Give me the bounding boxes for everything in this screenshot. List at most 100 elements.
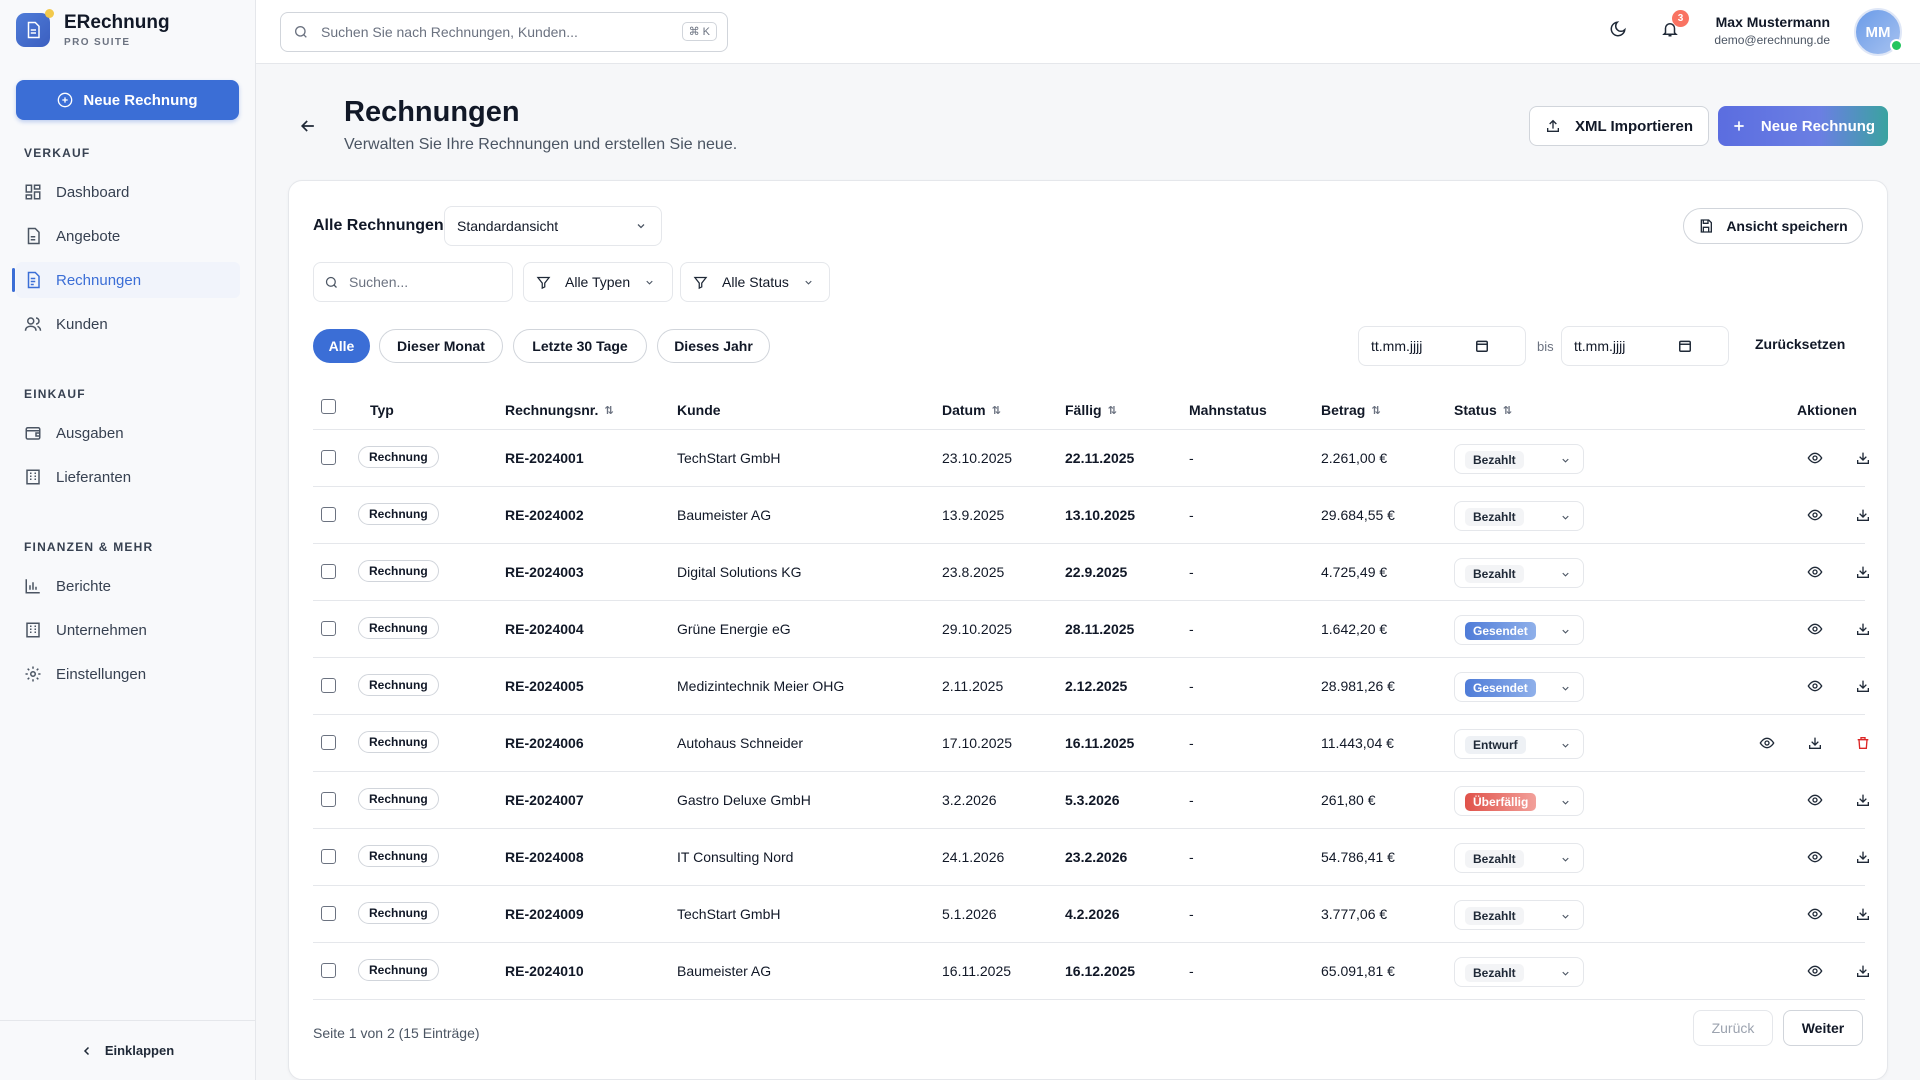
sidebar-item-rechnungen[interactable]: Rechnungen xyxy=(12,262,240,298)
column-datum[interactable]: Datum ⇅ xyxy=(942,402,1001,418)
view-button[interactable] xyxy=(1807,564,1823,580)
table-row[interactable]: Rechnung RE-2024009 TechStart GmbH 5.1.2026… xyxy=(313,886,1869,943)
sidebar-item-kunden[interactable]: Kunden xyxy=(16,306,240,342)
pill-letzte-30-tage[interactable]: Letzte 30 Tage xyxy=(513,329,647,363)
sidebar-item-unternehmen[interactable]: Unternehmen xyxy=(16,612,240,648)
sidebar-new-invoice-button[interactable]: Neue Rechnung xyxy=(16,80,239,120)
download-button[interactable] xyxy=(1855,963,1871,979)
status-select[interactable]: Entwurf xyxy=(1454,729,1584,759)
download-button[interactable] xyxy=(1855,678,1871,694)
table-row[interactable]: Rechnung RE-2024001 TechStart GmbH 23.10.20… xyxy=(313,430,1869,487)
invoice-number[interactable]: RE-2024010 xyxy=(505,963,584,979)
status-select[interactable]: Gesendet xyxy=(1454,672,1584,702)
status-select[interactable]: Überfällig xyxy=(1454,786,1584,816)
sidebar-item-angebote[interactable]: Angebote xyxy=(16,218,240,254)
view-select[interactable]: Standardansicht xyxy=(444,206,662,246)
view-button[interactable] xyxy=(1807,450,1823,466)
download-button[interactable] xyxy=(1855,564,1871,580)
global-search-input[interactable]: Suchen Sie nach Rechnungen, Kunden... ⌘ … xyxy=(280,12,728,52)
row-checkbox[interactable] xyxy=(321,849,336,864)
invoice-number[interactable]: RE-2024004 xyxy=(505,621,584,637)
table-row[interactable]: Rechnung RE-2024002 Baumeister AG 13.9.2025… xyxy=(313,487,1869,544)
sidebar-item-ausgaben[interactable]: Ausgaben xyxy=(16,415,240,451)
download-button[interactable] xyxy=(1855,450,1871,466)
sidebar-item-lieferanten[interactable]: Lieferanten xyxy=(16,459,240,495)
row-checkbox[interactable] xyxy=(321,621,336,636)
back-button[interactable] xyxy=(298,116,318,136)
column-betrag[interactable]: Betrag ⇅ xyxy=(1321,402,1381,418)
table-row[interactable]: Rechnung RE-2024006 Autohaus Schneider 17.1… xyxy=(313,715,1869,772)
download-button[interactable] xyxy=(1855,906,1871,922)
brand[interactable]: ERechnung PRO SUITE xyxy=(16,9,170,48)
select-all-checkbox[interactable] xyxy=(321,399,336,414)
status-select[interactable]: Bezahlt xyxy=(1454,444,1584,474)
sidebar-item-berichte[interactable]: Berichte xyxy=(16,568,240,604)
view-button[interactable] xyxy=(1807,849,1823,865)
invoice-number[interactable]: RE-2024003 xyxy=(505,564,584,580)
date-to-input[interactable]: tt.mm.jjjj xyxy=(1561,326,1729,366)
table-row[interactable]: Rechnung RE-2024004 Grüne Energie eG 29.10.… xyxy=(313,601,1869,658)
table-row[interactable]: Rechnung RE-2024003 Digital Solutions KG 23… xyxy=(313,544,1869,601)
view-button[interactable] xyxy=(1759,735,1775,751)
invoice-number[interactable]: RE-2024008 xyxy=(505,849,584,865)
column-faellig[interactable]: Fällig ⇅ xyxy=(1065,402,1117,418)
view-button[interactable] xyxy=(1807,678,1823,694)
download-button[interactable] xyxy=(1807,735,1823,751)
row-checkbox[interactable] xyxy=(321,906,336,921)
view-button[interactable] xyxy=(1807,963,1823,979)
sidebar-item-dashboard[interactable]: Dashboard xyxy=(16,174,240,210)
row-checkbox[interactable] xyxy=(321,735,336,750)
prev-page-button[interactable]: Zurück xyxy=(1693,1010,1773,1046)
view-button[interactable] xyxy=(1807,507,1823,523)
table-row[interactable]: Rechnung RE-2024007 Gastro Deluxe GmbH 3.2.… xyxy=(313,772,1869,829)
table-row[interactable]: Rechnung RE-2024010 Baumeister AG 16.11.202… xyxy=(313,943,1869,1000)
view-button[interactable] xyxy=(1807,621,1823,637)
collapse-button[interactable]: Einklappen xyxy=(0,1020,255,1080)
download-button[interactable] xyxy=(1855,849,1871,865)
delete-button[interactable] xyxy=(1855,735,1871,751)
pill-dieser-monat[interactable]: Dieser Monat xyxy=(379,329,503,363)
invoice-number[interactable]: RE-2024002 xyxy=(505,507,584,523)
pill-dieses-jahr[interactable]: Dieses Jahr xyxy=(657,329,770,363)
view-button[interactable] xyxy=(1807,792,1823,808)
pill-alle[interactable]: Alle xyxy=(313,329,370,363)
row-checkbox[interactable] xyxy=(321,792,336,807)
row-checkbox[interactable] xyxy=(321,564,336,579)
download-button[interactable] xyxy=(1855,621,1871,637)
status-select[interactable]: Bezahlt xyxy=(1454,843,1584,873)
row-checkbox[interactable] xyxy=(321,963,336,978)
invoice-number[interactable]: RE-2024005 xyxy=(505,678,584,694)
user-info[interactable]: Max Mustermann demo@erechnung.de xyxy=(1714,14,1830,47)
sidebar-item-einstellungen[interactable]: Einstellungen xyxy=(16,656,240,692)
status-filter[interactable]: Alle Status xyxy=(680,262,830,302)
status-select[interactable]: Bezahlt xyxy=(1454,957,1584,987)
status-select[interactable]: Bezahlt xyxy=(1454,501,1584,531)
save-view-button[interactable]: Ansicht speichern xyxy=(1683,208,1863,244)
next-page-button[interactable]: Weiter xyxy=(1783,1010,1863,1046)
dark-mode-toggle[interactable] xyxy=(1609,20,1627,38)
table-row[interactable]: Rechnung RE-2024005 Medizintechnik Meier O… xyxy=(313,658,1869,715)
status-select[interactable]: Bezahlt xyxy=(1454,558,1584,588)
invoice-number[interactable]: RE-2024007 xyxy=(505,792,584,808)
row-checkbox[interactable] xyxy=(321,507,336,522)
view-button[interactable] xyxy=(1807,906,1823,922)
table-search-input[interactable]: Suchen... xyxy=(313,262,513,302)
import-xml-button[interactable]: XML Importieren xyxy=(1529,106,1709,146)
row-checkbox[interactable] xyxy=(321,450,336,465)
row-checkbox[interactable] xyxy=(321,678,336,693)
invoice-number[interactable]: RE-2024006 xyxy=(505,735,584,751)
download-button[interactable] xyxy=(1855,507,1871,523)
status-select[interactable]: Bezahlt xyxy=(1454,900,1584,930)
type-filter[interactable]: Alle Typen xyxy=(523,262,673,302)
new-invoice-button[interactable]: Neue Rechnung xyxy=(1718,106,1888,146)
table-row[interactable]: Rechnung RE-2024008 IT Consulting Nord 24.1… xyxy=(313,829,1869,886)
download-button[interactable] xyxy=(1855,792,1871,808)
invoice-number[interactable]: RE-2024009 xyxy=(505,906,584,922)
status-select[interactable]: Gesendet xyxy=(1454,615,1584,645)
invoice-number[interactable]: RE-2024001 xyxy=(505,450,584,466)
chevron-down-icon xyxy=(637,224,645,229)
column-rechnungsnr[interactable]: Rechnungsnr. ⇅ xyxy=(505,402,614,418)
column-status[interactable]: Status ⇅ xyxy=(1454,402,1512,418)
reset-button[interactable]: Zurücksetzen xyxy=(1755,336,1845,352)
date-from-input[interactable]: tt.mm.jjjj xyxy=(1358,326,1526,366)
